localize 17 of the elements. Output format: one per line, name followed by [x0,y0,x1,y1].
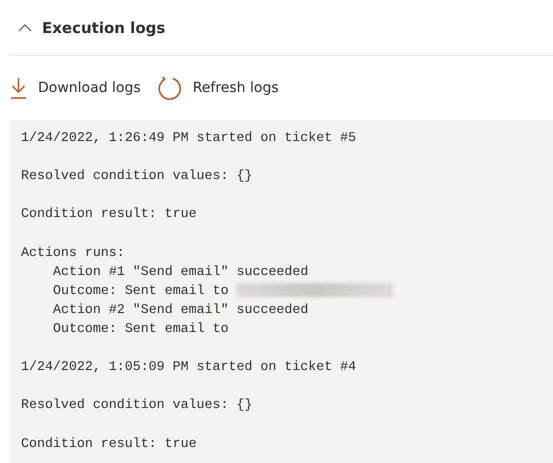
log-line: 1/24/2022, 1:26:49 PM started on ticket #5 [21,129,356,147]
log-line: Action #1 "Send email" succeeded [53,262,308,281]
section-title: Execution logs [42,18,166,36]
log-line: Condition result: true [21,434,197,452]
refresh-icon [156,76,182,100]
chevron-icon[interactable] [18,23,32,32]
refresh-button[interactable]: Refresh logs [156,76,279,100]
download-icon [10,77,27,99]
log-line: 1/24/2022, 1:05:09 PM started on ticket #4 [21,358,356,376]
log-line: Resolved condition values: {} [21,167,252,186]
log-line: Action #2 "Send email" succeeded [53,300,308,319]
download-button[interactable]: Download logs [10,77,141,99]
log-line: Actions runs: [21,244,125,262]
log-line: Resolved condition values: {} [21,396,252,414]
log-line: Outcome: Sent email to [53,320,229,338]
log-line: Condition result: true [21,205,197,224]
log-line: Outcome: Sent email to [53,282,229,300]
